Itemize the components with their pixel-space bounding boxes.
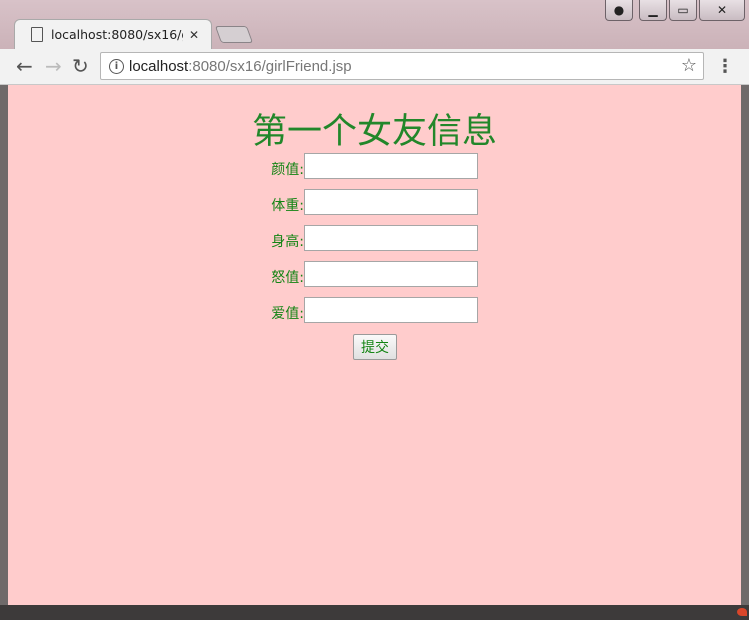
minimize-button[interactable]: ▁ [639, 0, 667, 21]
page-title: 第一个女友信息 [251, 112, 497, 152]
browser-toolbar: ← → ↻ i localhost:8080/sx16/girlFriend.j… [0, 49, 749, 85]
browser-tab[interactable]: localhost:8080/sx16/gir ✕ [14, 19, 212, 49]
address-bar[interactable]: i localhost:8080/sx16/girlFriend.jsp ☆ [100, 52, 704, 80]
field-label: 颜值: [271, 162, 304, 178]
field-label: 怒值: [271, 270, 304, 286]
menu-icon[interactable]: ⋮ [716, 56, 734, 77]
desktop-edge [0, 605, 749, 620]
window-frame: ● ▁ ▭ ✕ localhost:8080/sx16/gir ✕ [0, 0, 749, 50]
field-label: 爱值: [271, 306, 304, 322]
anger-input[interactable] [304, 261, 478, 287]
reload-icon[interactable]: ↻ [72, 56, 89, 76]
field-row-love: 爱值: [8, 297, 741, 325]
back-icon[interactable]: ← [16, 56, 33, 76]
weight-input[interactable] [304, 189, 478, 215]
url-text[interactable]: localhost:8080/sx16/girlFriend.jsp [129, 58, 352, 75]
bookmark-star-icon[interactable]: ☆ [681, 55, 697, 76]
field-row-height: 身高: [8, 225, 741, 253]
url-host: localhost [129, 58, 189, 75]
field-row-anger: 怒值: [8, 261, 741, 289]
field-label: 体重: [271, 198, 304, 214]
love-input[interactable] [304, 297, 478, 323]
page-icon [31, 27, 43, 42]
page-viewport: 第一个女友信息 颜值: 体重: 身高: 怒值: 爱值: 提交 [8, 85, 741, 605]
user-icon[interactable]: ● [605, 0, 633, 21]
field-label: 身高: [271, 234, 304, 250]
tab-close-icon[interactable]: ✕ [189, 28, 199, 42]
field-row-appearance: 颜值: [8, 153, 741, 181]
appearance-input[interactable] [304, 153, 478, 179]
info-icon[interactable]: i [109, 59, 124, 74]
height-input[interactable] [304, 225, 478, 251]
field-row-weight: 体重: [8, 189, 741, 217]
submit-button[interactable]: 提交 [353, 334, 397, 360]
forward-icon[interactable]: → [45, 56, 62, 76]
new-tab-button[interactable] [214, 26, 254, 43]
window-controls: ● ▁ ▭ ✕ [605, 0, 745, 21]
tab-title: localhost:8080/sx16/gir [51, 27, 183, 42]
maximize-button[interactable]: ▭ [669, 0, 697, 21]
url-path: :8080/sx16/girlFriend.jsp [188, 58, 352, 75]
close-window-button[interactable]: ✕ [699, 0, 745, 21]
taskbar-app-icon [737, 608, 747, 616]
